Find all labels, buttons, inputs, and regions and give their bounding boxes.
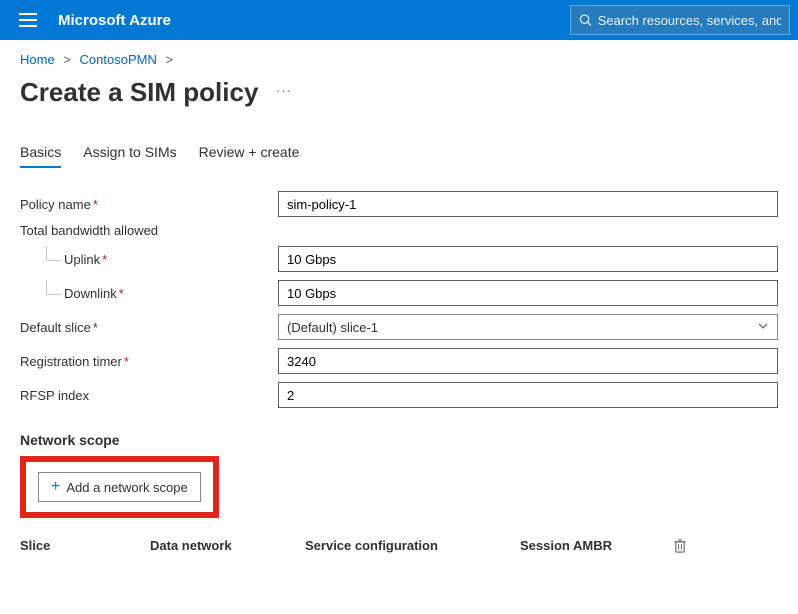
policy-name-label: Policy name* <box>20 197 278 212</box>
global-search[interactable] <box>570 5 790 35</box>
rfsp-index-input[interactable] <box>278 382 778 408</box>
breadcrumb: Home > ContosoPMN > <box>20 52 778 67</box>
default-slice-value: (Default) slice-1 <box>287 320 378 335</box>
breadcrumb-separator: > <box>63 52 71 67</box>
tab-bar: Basics Assign to SIMs Review + create <box>20 144 778 169</box>
global-search-input[interactable] <box>598 13 781 28</box>
add-network-scope-button[interactable]: + Add a network scope <box>38 472 201 502</box>
default-slice-label: Default slice* <box>20 320 278 335</box>
breadcrumb-separator: > <box>165 52 173 67</box>
tab-assign-to-sims[interactable]: Assign to SIMs <box>83 144 176 168</box>
registration-timer-label: Registration timer* <box>20 354 278 369</box>
bandwidth-group-label: Total bandwidth allowed <box>20 223 778 238</box>
hamburger-menu-button[interactable] <box>8 0 48 40</box>
breadcrumb-home[interactable]: Home <box>20 52 55 67</box>
more-actions-button[interactable]: ··· <box>276 83 292 98</box>
highlight-annotation: + Add a network scope <box>20 456 219 518</box>
col-service-configuration: Service configuration <box>305 538 520 556</box>
network-scope-heading: Network scope <box>20 432 778 448</box>
default-slice-select[interactable]: (Default) slice-1 <box>278 314 778 340</box>
hamburger-icon <box>19 13 37 27</box>
trash-icon <box>673 538 687 553</box>
add-network-scope-label: Add a network scope <box>66 480 187 495</box>
registration-timer-input[interactable] <box>278 348 778 374</box>
uplink-label: Uplink* <box>20 252 278 267</box>
search-icon <box>579 13 592 27</box>
downlink-input[interactable] <box>278 280 778 306</box>
plus-icon: + <box>51 479 60 495</box>
tab-review-create[interactable]: Review + create <box>199 144 300 168</box>
col-session-ambr: Session AMBR <box>520 538 665 556</box>
rfsp-index-label: RFSP index <box>20 388 278 403</box>
breadcrumb-resource[interactable]: ContosoPMN <box>80 52 157 67</box>
col-slice: Slice <box>20 538 150 556</box>
delete-column-button[interactable] <box>665 538 695 556</box>
brand-label: Microsoft Azure <box>58 12 171 29</box>
downlink-label: Downlink* <box>20 286 278 301</box>
azure-top-bar: Microsoft Azure <box>0 0 798 40</box>
uplink-input[interactable] <box>278 246 778 272</box>
tab-basics[interactable]: Basics <box>20 144 61 168</box>
page-title: Create a SIM policy <box>20 77 258 108</box>
chevron-down-icon <box>757 320 769 335</box>
network-scope-table-header: Slice Data network Service configuration… <box>20 538 778 556</box>
policy-name-input[interactable] <box>278 191 778 217</box>
col-data-network: Data network <box>150 538 305 556</box>
